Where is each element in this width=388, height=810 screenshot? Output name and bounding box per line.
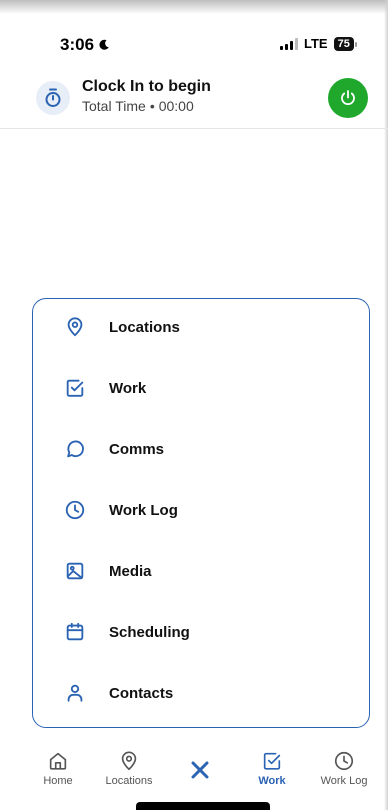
total-time-label: Total Time xyxy=(82,98,146,114)
status-time-group: 3:06 xyxy=(60,35,110,55)
clock-icon xyxy=(334,751,354,771)
calendar-icon xyxy=(63,620,87,644)
total-time-separator: • xyxy=(149,98,155,114)
nav-item-locations[interactable]: Locations xyxy=(94,750,164,787)
network-type: LTE xyxy=(304,36,328,51)
status-bar: 3:06 LTE 75 xyxy=(0,24,388,64)
power-icon xyxy=(341,90,355,105)
home-icon xyxy=(49,752,67,770)
menu-item-label: Contacts xyxy=(109,684,174,702)
clock-in-power-button[interactable] xyxy=(328,78,368,118)
stopwatch-icon xyxy=(36,81,70,115)
nav-item-label: Work xyxy=(258,775,286,787)
nav-item-work-log[interactable]: Work Log xyxy=(309,750,379,787)
status-time: 3:06 xyxy=(60,35,95,54)
chat-bubble-icon xyxy=(63,437,87,461)
menu-item-comms[interactable]: Comms xyxy=(33,425,369,473)
checkbox-icon xyxy=(263,752,281,770)
menu-item-media[interactable]: Media xyxy=(33,547,369,595)
person-icon xyxy=(63,681,87,705)
menu-item-scheduling[interactable]: Scheduling xyxy=(33,608,369,656)
nav-item-label: Locations xyxy=(105,775,153,787)
status-indicators: LTE 75 xyxy=(280,36,358,51)
clock-in-title: Clock In to begin xyxy=(82,78,211,95)
location-pin-icon xyxy=(121,751,137,771)
menu-item-label: Work Log xyxy=(109,501,178,519)
menu-item-locations[interactable]: Locations xyxy=(33,303,369,351)
menu-item-contacts[interactable]: Contacts xyxy=(33,669,369,717)
menu-item-label: Locations xyxy=(109,318,180,336)
nav-item-label: Home xyxy=(43,775,73,787)
checkbox-icon xyxy=(63,376,87,400)
location-pin-icon xyxy=(63,315,87,339)
signal-icon xyxy=(280,37,298,50)
home-indicator xyxy=(136,802,270,810)
top-shadow xyxy=(0,0,388,14)
menu-item-work[interactable]: Work xyxy=(33,364,369,412)
total-time-value: 00:00 xyxy=(158,98,194,114)
clock-icon xyxy=(63,498,87,522)
close-menu-button[interactable] xyxy=(186,756,214,784)
bottom-nav: Home Locations Work Work Log xyxy=(0,742,388,802)
battery-icon: 75 xyxy=(333,36,358,51)
nav-item-home[interactable]: Home xyxy=(23,750,93,787)
close-icon xyxy=(191,761,209,779)
menu-item-label: Media xyxy=(109,562,152,580)
moon-icon xyxy=(99,39,109,50)
menu-item-label: Comms xyxy=(109,440,165,458)
nav-item-work[interactable]: Work xyxy=(237,750,307,787)
menu-item-label: Scheduling xyxy=(109,623,190,641)
total-time: Total Time • 00:00 xyxy=(82,98,194,114)
menu-item-label: Work xyxy=(109,379,147,397)
image-icon xyxy=(63,559,87,583)
nav-item-label: Work Log xyxy=(320,775,368,787)
work-menu-panel: Locations Work Comms Work Log Media Sche… xyxy=(32,298,370,728)
menu-item-work-log[interactable]: Work Log xyxy=(33,486,369,534)
clock-in-bar: Clock In to begin Total Time • 00:00 xyxy=(0,64,388,129)
